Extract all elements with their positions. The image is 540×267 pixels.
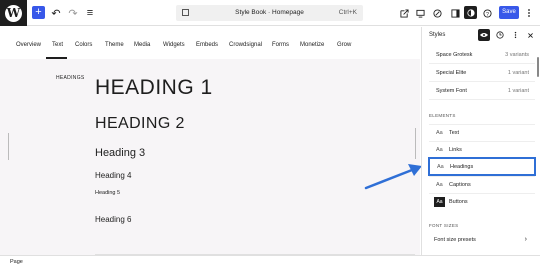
style-book-eye-icon[interactable] [478,29,490,41]
help-icon[interactable]: ? [481,5,493,21]
font-sizes-section-label: FONT SIZES [429,223,459,228]
wordpress-logo-icon: W [5,4,22,22]
heading-5-example[interactable]: Heading 5 [95,190,120,196]
button-style-icon: Aa [434,197,445,207]
element-row-links[interactable]: Aa Links [429,141,535,158]
typography-icon: Aa [436,182,443,188]
sidebar-icon[interactable] [449,5,461,21]
command-palette-bar[interactable]: Style Book · Homepage Ctrl+K [176,5,363,21]
panel-more-icon[interactable] [509,29,521,41]
chevron-right-icon: › [524,236,527,243]
font-name: Special Elite [436,70,467,76]
revisions-icon[interactable] [494,29,506,41]
styles-icon[interactable] [464,6,477,19]
font-variants: 3 variants [505,52,529,58]
desktop-icon[interactable] [414,5,426,21]
font-variants: 1 variant [507,88,529,94]
heading-4-example[interactable]: Heading 4 [95,171,131,180]
element-row-headings[interactable]: Aa Headings [428,157,536,176]
panel-title: Styles [429,32,446,38]
tab-overview[interactable]: Overview [16,42,41,48]
typography-icon: Aa [437,164,444,170]
element-label: Captions [449,182,471,188]
category-label: HEADINGS [56,75,85,81]
tab-colors[interactable]: Colors [75,42,92,48]
status-bar: Page [0,255,540,267]
tab-theme[interactable]: Theme [105,42,124,48]
tab-monetize[interactable]: Monetize [300,42,324,48]
svg-text:?: ? [486,11,489,17]
wordpress-logo-button[interactable]: W [0,0,27,26]
font-size-presets-row[interactable]: Font size presets › [429,232,535,249]
tab-media[interactable]: Media [134,42,150,48]
tab-embeds[interactable]: Embeds [196,42,218,48]
heading-2-example[interactable]: HEADING 2 [95,115,185,133]
pointer-arrow-icon [364,164,422,190]
element-label: Buttons [449,199,468,205]
element-row-buttons[interactable]: Aa Buttons [429,193,535,210]
redo-icon[interactable]: ↷ [67,5,79,21]
panel-scrollbar[interactable] [537,57,539,77]
shortcut-hint: Ctrl+K [338,9,357,16]
tab-crowdsignal[interactable]: Crowdsignal [229,42,262,48]
heading-3-example[interactable]: Heading 3 [95,147,145,159]
typography-icon: Aa [436,147,443,153]
tab-forms[interactable]: Forms [272,42,289,48]
font-row-system-font[interactable]: System Font 1 variant [429,83,535,100]
font-row-space-grotesk[interactable]: Space Grotesk 3 variants [429,47,535,64]
undo-icon[interactable]: ↶ [50,5,62,21]
tab-widgets[interactable]: Widgets [163,42,185,48]
elements-section-label: ELEMENTS [429,113,456,118]
document-overview-icon[interactable]: ≡ [84,5,96,21]
save-button[interactable]: Save [499,6,519,19]
tab-grow[interactable]: Grow [337,42,351,48]
add-block-button[interactable]: + [32,6,45,19]
element-row-captions[interactable]: Aa Captions [429,176,535,193]
element-label: Links [449,147,462,153]
resize-handle-left[interactable] [8,133,9,160]
breadcrumb[interactable]: Page [10,259,23,265]
font-row-special-elite[interactable]: Special Elite 1 variant [429,65,535,82]
tab-text[interactable]: Text [52,42,63,48]
element-label: Text [449,130,460,136]
font-name: System Font [436,88,467,94]
style-book-tabs: Overview Text Colors Theme Media Widgets… [0,27,420,59]
external-link-icon[interactable] [398,5,410,21]
resize-handle-right[interactable] [415,128,416,159]
typography-icon: Aa [436,130,443,136]
document-title: Style Book · Homepage [235,9,304,16]
editor-top-bar: W + ↶ ↷ ≡ Style Book · Homepage Ctrl+K ?… [0,0,540,26]
edit-icon[interactable] [431,5,443,21]
element-row-text[interactable]: Aa Text [429,124,535,141]
font-variants: 1 variant [507,70,529,76]
heading-6-example[interactable]: Heading 6 [95,215,131,224]
element-label: Headings [450,164,474,170]
close-icon[interactable] [524,29,536,41]
styles-panel: Styles Space Grotesk 3 variants Special … [421,27,540,255]
font-name: Space Grotesk [436,52,473,58]
heading-1-example[interactable]: HEADING 1 [95,76,213,100]
font-size-presets-label: Font size presets [434,237,476,243]
more-options-icon[interactable] [524,5,534,21]
